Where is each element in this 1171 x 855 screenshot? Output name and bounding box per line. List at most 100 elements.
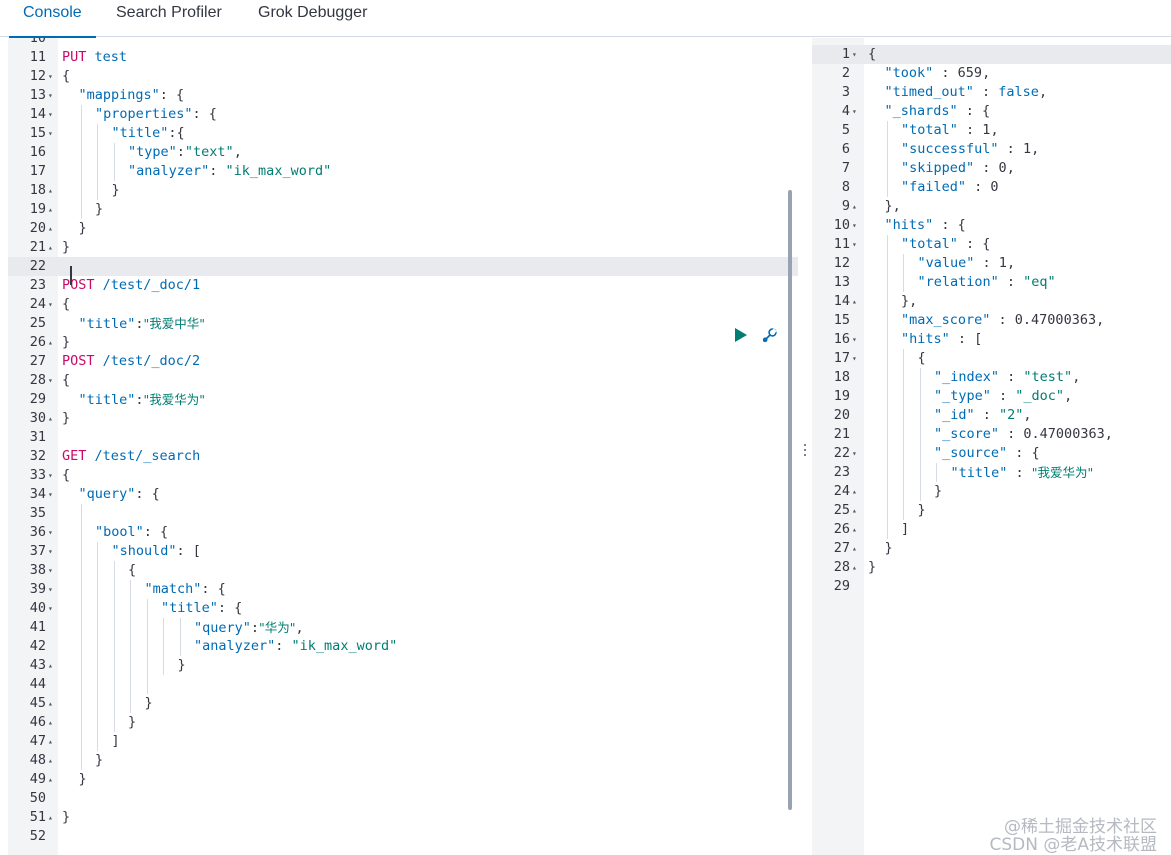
- fold-arrow-icon[interactable]: ▾: [852, 349, 862, 368]
- editor-line: 52: [8, 827, 798, 846]
- editor-line: 15 ▾ "title":{: [8, 124, 798, 143]
- code-token: :: [135, 316, 144, 332]
- request-editor[interactable]: 10 11 PUT test 12 ▾{13 ▾ "mappings": {14 ▾ "prop…: [8, 38, 798, 855]
- line-number: 51: [29, 809, 46, 825]
- play-icon[interactable]: [735, 328, 747, 342]
- indent-guide: [97, 561, 98, 580]
- unfold-arrow-icon[interactable]: ▴: [48, 713, 58, 732]
- code-token: :: [974, 255, 999, 271]
- unfold-arrow-icon[interactable]: ▴: [48, 200, 58, 219]
- fold-arrow-icon[interactable]: ▾: [852, 235, 862, 254]
- indent-guide: [97, 732, 98, 751]
- code-token: POST: [62, 353, 95, 369]
- unfold-arrow-icon[interactable]: ▴: [48, 694, 58, 713]
- fold-arrow-icon[interactable]: ▾: [852, 444, 862, 463]
- code-token: {: [62, 296, 71, 312]
- fold-arrow-icon[interactable]: ▾: [48, 295, 58, 314]
- indent-guide: [80, 162, 82, 181]
- fold-arrow-icon[interactable]: ▾: [48, 105, 58, 124]
- code-token: :: [957, 122, 983, 138]
- output-line: 10 ▾ "hits" : {: [812, 216, 1171, 235]
- fold-arrow-icon[interactable]: ▾: [852, 102, 862, 121]
- line-number: 11: [833, 236, 850, 252]
- fold-arrow-icon[interactable]: ▾: [48, 86, 58, 105]
- fold-arrow-icon[interactable]: ▾: [48, 561, 58, 580]
- editor-line: 16 "type":"text",: [8, 143, 798, 162]
- code-text: "failed" : 0: [868, 178, 999, 197]
- code-token: ,: [1023, 407, 1032, 423]
- unfold-arrow-icon[interactable]: ▴: [48, 808, 58, 827]
- unfold-arrow-icon[interactable]: ▴: [852, 539, 862, 558]
- code-token: : {: [933, 217, 966, 233]
- resize-handle[interactable]: [803, 444, 807, 460]
- line-number: 20: [29, 220, 46, 236]
- code-token: : {: [957, 103, 991, 119]
- fold-arrow-icon[interactable]: ▾: [48, 485, 58, 504]
- line-number: 13: [29, 87, 46, 103]
- indent-guide: [130, 637, 131, 656]
- unfold-arrow-icon[interactable]: ▴: [48, 409, 58, 428]
- unfold-arrow-icon[interactable]: ▴: [48, 732, 58, 751]
- fold-arrow-icon[interactable]: ▾: [48, 466, 58, 485]
- unfold-arrow-icon[interactable]: ▴: [852, 501, 862, 520]
- code-token: : {: [217, 600, 243, 616]
- unfold-arrow-icon[interactable]: ▴: [48, 238, 58, 257]
- fold-arrow-icon[interactable]: ▾: [852, 330, 862, 349]
- editor-line: 50: [8, 789, 798, 808]
- unfold-arrow-icon[interactable]: ▴: [48, 181, 58, 200]
- unfold-arrow-icon[interactable]: ▴: [48, 656, 58, 675]
- unfold-arrow-icon[interactable]: ▴: [852, 558, 862, 577]
- code-text: }: [62, 808, 70, 827]
- unfold-arrow-icon[interactable]: ▴: [852, 482, 862, 501]
- tab-search-profiler[interactable]: Search Profiler: [116, 0, 222, 37]
- line-number: 15: [833, 312, 850, 328]
- response-output[interactable]: 1 ▾{2 "took" : 659, 3 "timed_out" : false, 4 ▾…: [812, 38, 1171, 855]
- code-token: }: [111, 182, 120, 198]
- fold-arrow-icon[interactable]: ▾: [48, 67, 58, 86]
- fold-arrow-icon[interactable]: ▾: [48, 599, 58, 618]
- code-token: :: [135, 392, 144, 408]
- line-number: 22: [29, 258, 46, 274]
- line-number: 25: [29, 315, 46, 331]
- fold-arrow-icon[interactable]: ▾: [852, 216, 862, 235]
- line-number: 47: [29, 733, 46, 749]
- fold-arrow-icon[interactable]: ▾: [48, 542, 58, 561]
- line-number: 6: [841, 141, 850, 157]
- code-token: {: [62, 68, 71, 84]
- tab-grok-debugger[interactable]: Grok Debugger: [258, 0, 367, 37]
- line-number: 31: [29, 429, 46, 445]
- code-token: }: [95, 752, 104, 768]
- fold-arrow-icon[interactable]: ▾: [852, 45, 862, 64]
- editor-line: 19 ▴}: [8, 200, 798, 219]
- code-token: : {: [143, 524, 169, 540]
- code-token: :: [974, 407, 1000, 423]
- line-number: 22: [833, 445, 850, 461]
- fold-arrow-icon[interactable]: ▾: [48, 580, 58, 599]
- code-token: :: [974, 160, 999, 176]
- indent-guide: [97, 542, 98, 561]
- editor-line: 32 GET /test/_search: [8, 447, 798, 466]
- unfold-arrow-icon[interactable]: ▴: [48, 751, 58, 770]
- fold-arrow-icon[interactable]: ▾: [48, 124, 58, 143]
- code-token: "我爱中华": [143, 316, 206, 331]
- unfold-arrow-icon[interactable]: ▴: [48, 219, 58, 238]
- indent-guide: [113, 713, 115, 732]
- editor-line: 46 ▴}: [8, 713, 798, 732]
- unfold-arrow-icon[interactable]: ▴: [852, 520, 862, 539]
- editor-scrollbar[interactable]: [788, 190, 792, 810]
- unfold-arrow-icon[interactable]: ▴: [48, 333, 58, 352]
- unfold-arrow-icon[interactable]: ▴: [852, 292, 862, 311]
- fold-arrow-icon[interactable]: ▾: [48, 523, 58, 542]
- output-line: 14 ▴},: [812, 292, 1171, 311]
- editor-line: 25 "title":"我爱中华": [8, 314, 798, 333]
- code-token: "total": [901, 236, 958, 252]
- tab-console[interactable]: Console: [9, 0, 96, 38]
- unfold-arrow-icon[interactable]: ▴: [48, 770, 58, 789]
- wrench-icon[interactable]: [761, 326, 779, 344]
- code-token: :: [998, 141, 1023, 157]
- unfold-arrow-icon[interactable]: ▴: [852, 197, 862, 216]
- line-number: 23: [29, 277, 46, 293]
- indent-guide: [80, 181, 82, 200]
- line-number: 18: [833, 369, 850, 385]
- fold-arrow-icon[interactable]: ▾: [48, 371, 58, 390]
